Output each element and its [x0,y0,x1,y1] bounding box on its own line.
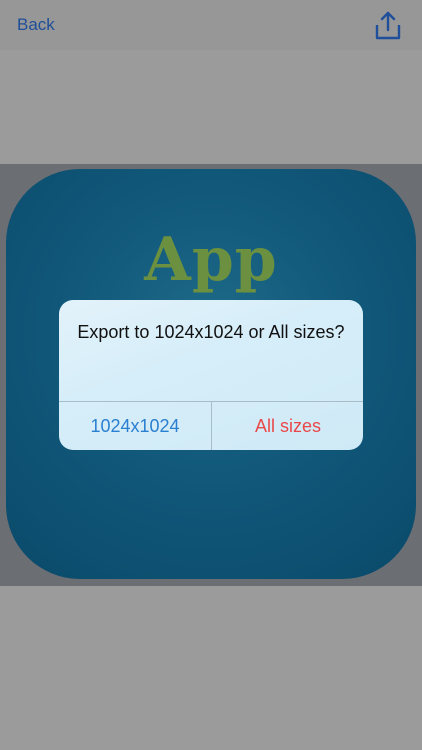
export-all-sizes-button[interactable]: All sizes [212,402,363,450]
export-1024-button[interactable]: 1024x1024 [59,402,211,450]
alert-message: Export to 1024x1024 or All sizes? [77,322,345,342]
app-icon-text: App [144,225,278,295]
navigation-bar: Back [0,0,422,50]
export-alert-dialog: Export to 1024x1024 or All sizes? 1024x1… [59,300,363,450]
back-button[interactable]: Back [17,14,55,36]
share-upload-icon[interactable] [374,11,402,41]
